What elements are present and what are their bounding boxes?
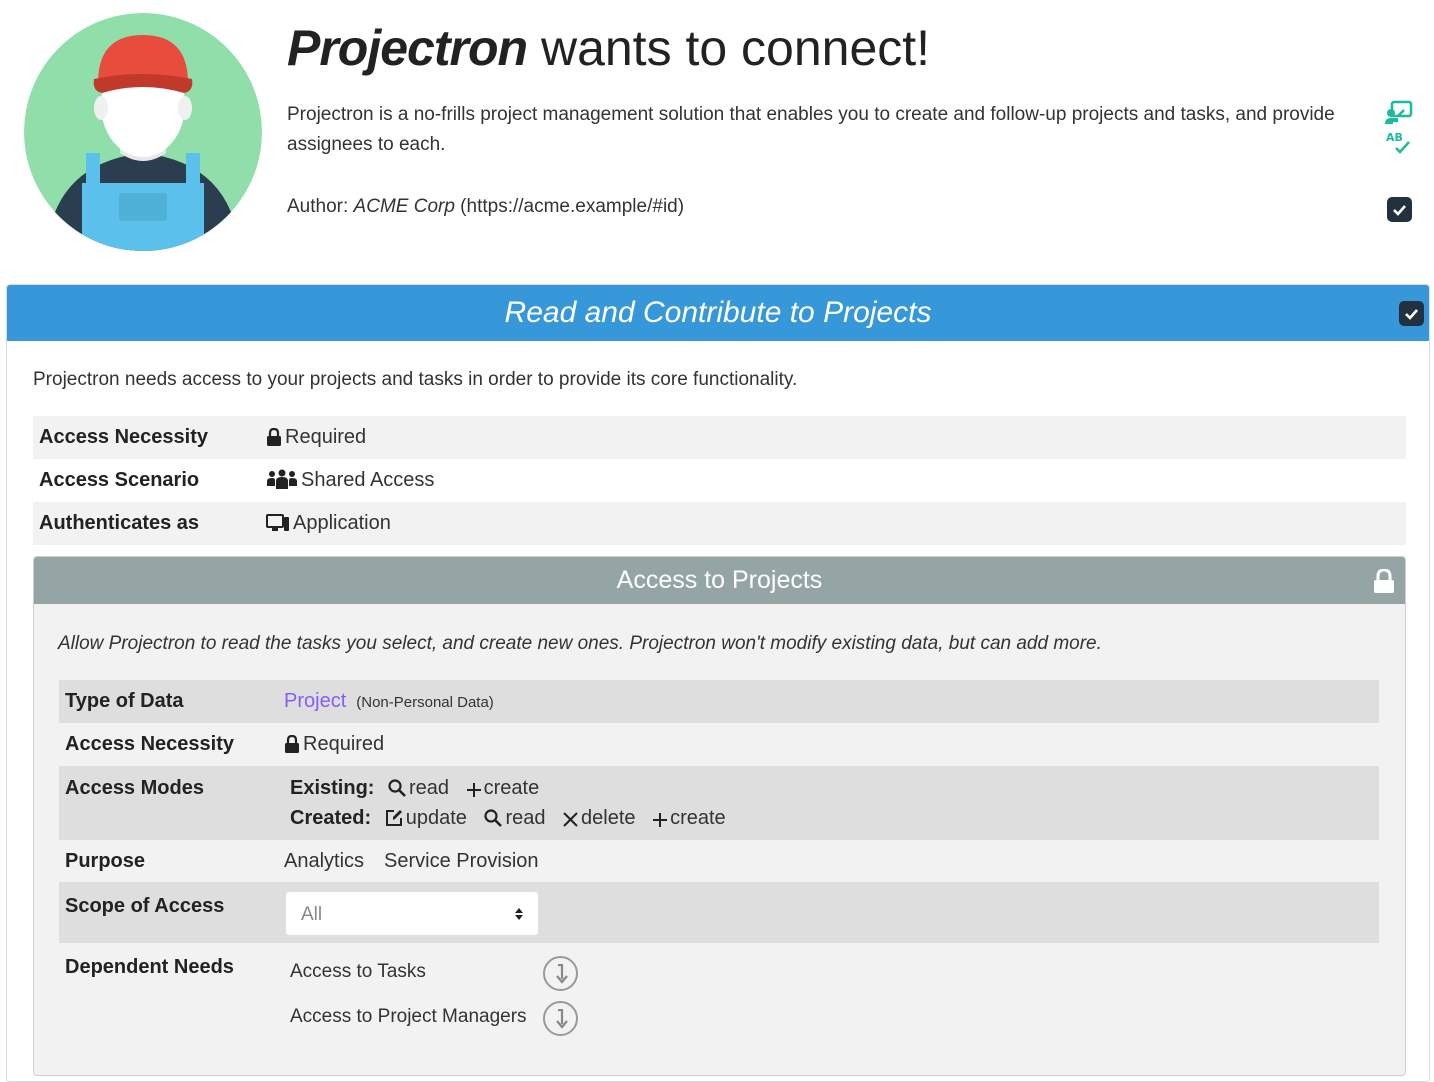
existing-modes: Existing: read create bbox=[290, 774, 551, 802]
panel-description: Allow Projectron to read the tasks you s… bbox=[58, 633, 1102, 654]
info-row-necessity: Access Necessity Required bbox=[33, 416, 1406, 459]
row-access-necessity: Access Necessity Required bbox=[59, 723, 1379, 766]
info-value: Shared Access bbox=[266, 459, 434, 502]
dependent-need-item: Access to Project Managers bbox=[290, 1006, 527, 1027]
app-name: Projectron bbox=[287, 20, 528, 76]
info-label: Access Scenario bbox=[39, 469, 200, 491]
row-value: Project (Non-Personal Data) bbox=[284, 680, 494, 724]
author-prefix: Author: bbox=[287, 196, 354, 217]
arrow-down-icon bbox=[556, 964, 568, 984]
row-label: Access Modes bbox=[65, 777, 204, 799]
panel-title: Access to Projects bbox=[616, 566, 823, 594]
row-label: Type of Data bbox=[65, 690, 184, 712]
mode-create: create bbox=[466, 777, 539, 799]
section-description: Projectron needs access to your projects… bbox=[33, 369, 798, 390]
info-label: Authenticates as bbox=[39, 512, 200, 534]
users-icon bbox=[267, 469, 297, 489]
access-need-panel: Access to Projects Allow Projectron to r… bbox=[33, 556, 1406, 1076]
svg-text:AB: AB bbox=[1386, 131, 1403, 144]
section-info-table: Access Necessity Required Access Scenari… bbox=[33, 416, 1406, 545]
dependent-need-item: Access to Tasks bbox=[290, 961, 426, 982]
author-name: ACME Corp bbox=[353, 196, 455, 217]
plus-icon bbox=[466, 783, 481, 797]
project-link[interactable]: Project bbox=[284, 690, 346, 712]
row-scope-of-access: Scope of Access All bbox=[59, 882, 1379, 943]
row-label: Dependent Needs bbox=[65, 956, 234, 978]
need-group-section: Read and Contribute to Projects Projectr… bbox=[6, 284, 1430, 1082]
author-line: Author: ACME Corp (https://acme.example/… bbox=[287, 193, 684, 221]
row-label: Access Necessity bbox=[65, 733, 235, 755]
plus-icon bbox=[653, 813, 668, 827]
mode-delete: delete bbox=[563, 807, 636, 829]
edit-icon bbox=[385, 810, 402, 826]
app-avatar bbox=[24, 13, 262, 251]
info-value: Required bbox=[266, 416, 366, 459]
data-category-note: (Non-Personal Data) bbox=[356, 694, 494, 711]
scope-select[interactable]: All bbox=[285, 891, 539, 936]
lock-icon bbox=[285, 734, 299, 753]
author-url: (https://acme.example/#id) bbox=[454, 196, 685, 217]
title-suffix: wants to connect! bbox=[527, 20, 931, 76]
lock-icon bbox=[1373, 568, 1395, 598]
created-modes: Created: update read delete create bbox=[290, 804, 738, 832]
spellcheck-icon[interactable]: AB bbox=[1384, 128, 1414, 156]
arrow-down-icon bbox=[556, 1009, 568, 1029]
existing-label: Existing: bbox=[290, 777, 375, 799]
close-icon bbox=[563, 812, 578, 827]
sort-arrows-icon bbox=[515, 908, 523, 920]
section-title: Read and Contribute to Projects bbox=[504, 296, 932, 329]
row-purpose: Purpose Analytics Service Provision bbox=[59, 840, 1379, 882]
app-description: Projectron is a no-frills project manage… bbox=[287, 104, 1335, 155]
info-row-scenario: Access Scenario Shared Access bbox=[33, 459, 1406, 502]
purpose-tag: Analytics bbox=[284, 850, 365, 872]
search-icon bbox=[388, 779, 406, 797]
search-icon bbox=[484, 809, 503, 827]
info-row-authenticates: Authenticates as Application bbox=[33, 502, 1406, 545]
row-label: Purpose bbox=[65, 850, 146, 872]
side-icons: AB bbox=[1384, 100, 1416, 156]
info-value: Application bbox=[266, 502, 391, 545]
expand-dependent-button[interactable] bbox=[543, 1001, 578, 1036]
row-type-of-data: Type of Data Project (Non-Personal Data) bbox=[59, 680, 1379, 723]
row-label: Scope of Access bbox=[65, 895, 225, 917]
app-header: Projectron wants to connect! Projectron … bbox=[0, 0, 1434, 270]
purpose-tag: Service Provision bbox=[384, 850, 539, 872]
mode-read: read bbox=[388, 777, 449, 799]
section-checkbox[interactable] bbox=[1399, 301, 1424, 326]
expand-dependent-button[interactable] bbox=[543, 956, 578, 991]
info-label: Access Necessity bbox=[39, 426, 209, 448]
row-access-modes: Access Modes Existing: read create Creat… bbox=[59, 766, 1379, 840]
created-label: Created: bbox=[290, 807, 372, 829]
row-value: Required bbox=[284, 723, 384, 766]
access-details-table: Type of Data Project (Non-Personal Data) … bbox=[59, 680, 1379, 1053]
author-checkbox[interactable] bbox=[1387, 197, 1412, 222]
mode-read: read bbox=[484, 807, 545, 829]
row-dependent-needs: Dependent Needs Access to Tasks Access t… bbox=[59, 943, 1379, 1053]
mode-create: create bbox=[653, 807, 726, 829]
scope-selected-value: All bbox=[301, 904, 323, 925]
lock-icon bbox=[267, 427, 281, 446]
desktop-mobile-icon bbox=[266, 514, 289, 531]
mode-update: update bbox=[385, 807, 467, 829]
presentation-icon[interactable] bbox=[1384, 100, 1414, 128]
page-title: Projectron wants to connect! bbox=[287, 18, 930, 78]
purpose-list: Analytics Service Provision bbox=[284, 840, 559, 882]
